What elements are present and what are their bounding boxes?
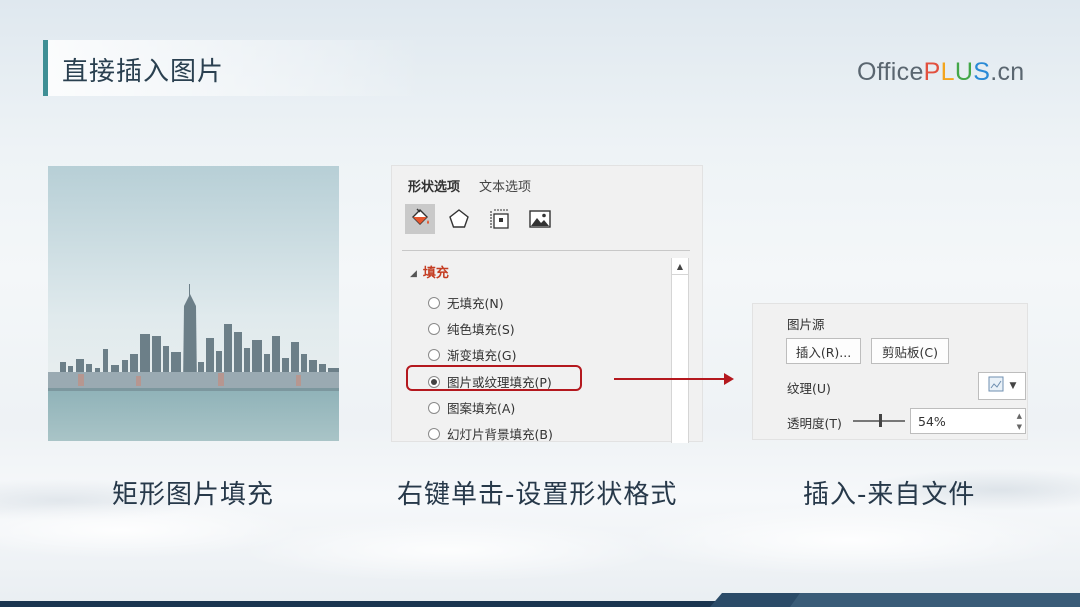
radio-label: 图案填充(A): [447, 401, 516, 416]
fill-section-label: 填充: [422, 266, 449, 281]
tab-text-options[interactable]: 文本选项: [479, 176, 531, 195]
transparency-value: 54%: [918, 413, 946, 429]
spin-up-icon[interactable]: ▲: [1017, 412, 1022, 420]
clipboard-button[interactable]: 剪贴板(C): [871, 338, 949, 364]
panel-divider: [402, 250, 690, 251]
pentagon-effects-icon[interactable]: [444, 204, 474, 234]
picture-source-label: 图片源: [787, 317, 825, 332]
spin-down-icon[interactable]: ▼: [1017, 423, 1022, 431]
bottom-bar-accent-2: [790, 593, 1080, 607]
radio-pattern-fill[interactable]: 图案填充(A): [428, 398, 515, 417]
radio-gradient-fill[interactable]: 渐变填充(G): [428, 345, 516, 364]
radio-label: 纯色填充(S): [447, 322, 515, 337]
city-skyline-image: [48, 166, 339, 441]
scroll-up-arrow-icon[interactable]: ▲: [672, 258, 688, 275]
radio-label: 渐变填充(G): [447, 348, 517, 363]
logo-office: Office: [857, 58, 924, 86]
logo-cn: .cn: [990, 58, 1025, 86]
fill-section-header[interactable]: ◢ 填充: [410, 262, 449, 281]
logo-p: P: [923, 58, 941, 86]
radio-slide-background-fill[interactable]: 幻灯片背景填充(B): [428, 424, 553, 443]
texture-dropdown[interactable]: ▼: [978, 372, 1026, 400]
picture-source-panel: 图片源 插入(R)... 剪贴板(C) 纹理(U) ▼ 透明度(T) 54% ▲…: [752, 303, 1028, 440]
fill-line-icon[interactable]: [405, 204, 435, 234]
logo-l: L: [940, 58, 955, 86]
radio-no-fill[interactable]: 无填充(N): [428, 293, 504, 312]
radio-button[interactable]: [428, 348, 440, 361]
radio-button[interactable]: [428, 427, 440, 440]
officeplus-logo: OfficePLUS.cn: [857, 58, 1024, 87]
slider-thumb[interactable]: [879, 414, 882, 427]
transparency-label: 透明度(T): [787, 416, 842, 431]
caption-rect-picture-fill: 矩形图片填充: [112, 480, 275, 510]
format-shape-panel: 形状选项 文本选项 ◢ 填充 无填充(N) 纯色填充(S) 渐变填充(G) 图片…: [391, 165, 703, 443]
radio-label: 无填充(N): [447, 296, 504, 311]
slide-title: 直接插入图片: [62, 57, 225, 87]
picture-icon[interactable]: [525, 204, 555, 234]
texture-label: 纹理(U): [787, 381, 831, 396]
radio-label: 幻灯片背景填充(B): [447, 427, 553, 442]
insert-button[interactable]: 插入(R)...: [786, 338, 861, 364]
cloud-background: [0, 430, 1080, 600]
radio-solid-fill[interactable]: 纯色填充(S): [428, 319, 515, 338]
collapse-triangle-icon: ◢: [410, 269, 417, 279]
caption-right-click-format: 右键单击-设置形状格式: [397, 480, 678, 510]
tab-shape-options[interactable]: 形状选项: [408, 176, 460, 195]
texture-swatch-icon: [988, 376, 1004, 396]
radio-button[interactable]: [428, 322, 440, 335]
scrollbar[interactable]: ▲: [671, 258, 689, 443]
logo-s: S: [973, 58, 991, 86]
size-properties-icon[interactable]: [485, 204, 515, 234]
radio-button[interactable]: [428, 401, 440, 414]
highlight-box: [406, 365, 582, 391]
transparency-input[interactable]: 54% ▲ ▼: [910, 408, 1026, 434]
radio-button[interactable]: [428, 296, 440, 309]
title-box: 直接插入图片: [43, 40, 423, 96]
logo-u: U: [954, 58, 974, 86]
caption-insert-from-file: 插入-来自文件: [803, 480, 976, 510]
title-accent-bar: [43, 40, 48, 96]
chevron-down-icon: ▼: [1009, 381, 1017, 391]
pointer-arrow: [614, 378, 726, 380]
arrow-head-icon: [724, 373, 734, 385]
